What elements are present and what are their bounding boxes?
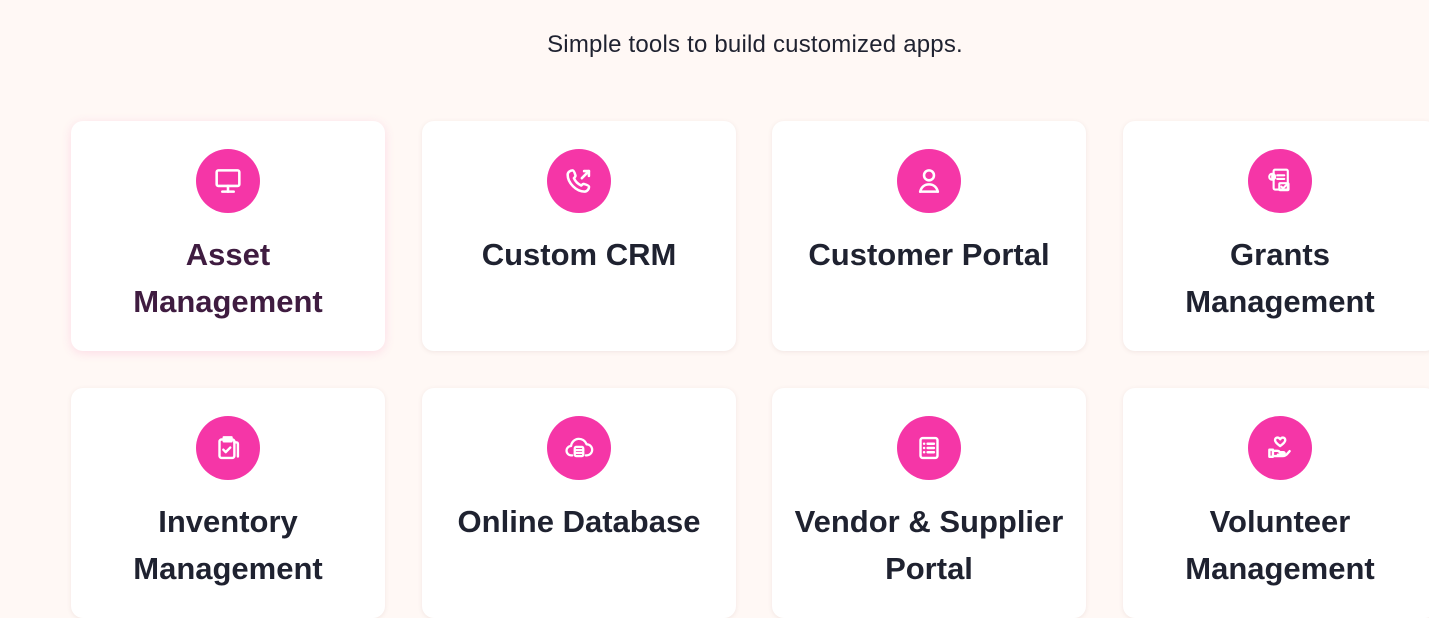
card-title: Online Database [457,504,701,539]
card-online-database[interactable]: Online Database [422,388,736,618]
list-document-icon [897,416,961,480]
card-title: Custom CRM [481,237,677,272]
monitor-icon [196,149,260,213]
phone-call-icon [547,149,611,213]
card-custom-crm[interactable]: Custom CRM [422,121,736,351]
app-templates-section: Simple tools to build customized apps. A… [0,0,1429,618]
cloud-database-icon [547,416,611,480]
card-inventory-management[interactable]: Inventory Management [71,388,385,618]
card-title: Asset Management [133,237,323,319]
section-subtitle: Simple tools to build customized apps. [547,31,963,58]
card-asset-management[interactable]: Asset Management [71,121,385,351]
card-title: Customer Portal [808,237,1050,272]
card-vendor-supplier-portal[interactable]: Vendor & Supplier Portal [772,388,1086,618]
user-icon [897,149,961,213]
card-volunteer-management[interactable]: Volunteer Management [1123,388,1429,618]
grant-document-icon [1248,149,1312,213]
card-customer-portal[interactable]: Customer Portal [772,121,1086,351]
card-title: Vendor & Supplier Portal [794,504,1064,586]
card-grants-management[interactable]: Grants Management [1123,121,1429,351]
card-title: Grants Management [1185,237,1375,319]
card-title: Volunteer Management [1185,504,1375,586]
hand-heart-icon [1248,416,1312,480]
clipboard-check-icon [196,416,260,480]
card-title: Inventory Management [133,504,323,586]
